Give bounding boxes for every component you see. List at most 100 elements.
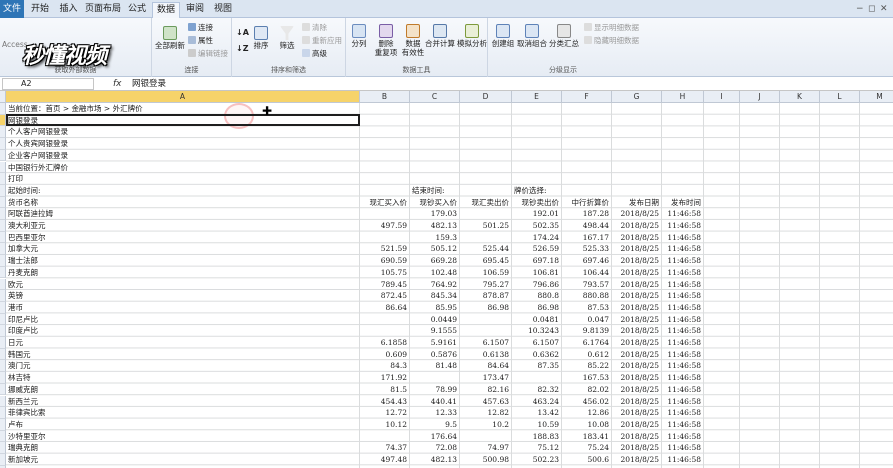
cell[interactable]: 502.23 [512,454,562,466]
cell[interactable]: 454.43 [360,396,410,408]
cell[interactable]: 525.33 [562,243,612,255]
cell[interactable]: 669.28 [410,255,460,267]
cell[interactable]: 个人客户网银登录 [8,126,68,138]
cell[interactable]: 2018/8/25 [612,243,662,255]
cell[interactable]: 0.6362 [512,349,562,361]
cell[interactable]: 173.47 [460,372,512,384]
cell[interactable]: 872.45 [360,290,410,302]
cell[interactable]: 106.44 [562,267,612,279]
cell[interactable]: 12.72 [360,407,410,419]
cell[interactable]: 11:46:58 [662,372,704,384]
cell[interactable]: 74.37 [360,442,410,454]
column-header-C[interactable]: C [410,91,460,103]
cell[interactable]: 105.75 [360,267,410,279]
column-header-H[interactable]: H [662,91,704,103]
column-header-K[interactable]: K [780,91,820,103]
cell[interactable]: 179.03 [410,208,460,220]
cell[interactable]: 497.59 [360,220,410,232]
cell[interactable]: 176.64 [410,431,460,443]
cell[interactable]: 英镑 [8,290,23,302]
cell[interactable]: 丹麦克朗 [8,267,38,279]
cell[interactable]: 加拿大元 [8,243,38,255]
cell[interactable]: 6.1507 [512,337,562,349]
cell[interactable]: 500.98 [460,454,512,466]
cell[interactable]: 港币 [8,302,23,314]
subtotal-button[interactable]: 分类汇总 [548,24,580,48]
cell[interactable]: 525.44 [460,243,512,255]
cell[interactable]: 82.16 [460,384,512,396]
cell[interactable]: 2018/8/25 [612,396,662,408]
cell[interactable]: 新加坡元 [8,454,38,466]
cell[interactable]: 86.64 [360,302,410,314]
cell[interactable]: 482.13 [410,454,460,466]
group-button[interactable]: 创建组 [490,24,516,48]
cell[interactable]: 起始时间: [8,185,41,197]
cell[interactable]: 11:46:58 [662,396,704,408]
cell[interactable]: 795.27 [460,279,512,291]
cell[interactable]: 13.42 [512,407,562,419]
cell[interactable]: 牌价选择: [514,185,547,197]
cell[interactable]: 85.22 [562,360,612,372]
column-header-E[interactable]: E [512,91,562,103]
cell[interactable]: 5.9161 [410,337,460,349]
cell[interactable]: 10.2 [460,419,512,431]
cell[interactable]: 11:46:58 [662,407,704,419]
cell[interactable]: 498.44 [562,220,612,232]
cell[interactable]: 印度卢比 [8,325,38,337]
cell[interactable]: 0.5876 [410,349,460,361]
cell[interactable]: 86.98 [460,302,512,314]
cell[interactable]: 501.25 [460,220,512,232]
cell[interactable]: 货币名称 [8,197,38,209]
cell[interactable]: 2018/8/25 [612,407,662,419]
cell[interactable]: 11:46:58 [662,314,704,326]
formula-input[interactable]: 网银登录 [132,77,166,91]
cell[interactable]: 打印 [8,173,23,185]
cell[interactable]: 2018/8/25 [612,442,662,454]
cell[interactable]: 2018/8/25 [612,208,662,220]
cell[interactable]: 12.82 [460,407,512,419]
cell[interactable]: 167.17 [562,232,612,244]
cell[interactable]: 502.35 [512,220,562,232]
cell[interactable]: 878.87 [460,290,512,302]
what-if-button[interactable]: 模拟分析 [456,24,488,48]
tab-6[interactable]: 审阅 [182,2,208,18]
cell[interactable]: 167.53 [562,372,612,384]
cell[interactable]: 0.6138 [460,349,512,361]
cell[interactable]: 巴西里亚尔 [8,232,46,244]
column-header-D[interactable]: D [460,91,512,103]
cell[interactable]: 瑞典克朗 [8,442,38,454]
cell[interactable]: 697.46 [562,255,612,267]
cell[interactable]: 521.59 [360,243,410,255]
tab-0[interactable]: 文件 [0,0,24,18]
hide-detail-button[interactable]: 隐藏明细数据 [584,35,639,46]
cell[interactable]: 75.24 [562,442,612,454]
tab-2[interactable]: 插入 [55,2,82,18]
column-header-G[interactable]: G [612,91,662,103]
cell[interactable]: 卢布 [8,419,23,431]
column-header-B[interactable]: B [360,91,410,103]
cell[interactable]: 发布时间 [662,197,704,209]
minimize-icon[interactable]: − [856,4,864,14]
cell[interactable]: 2018/8/25 [612,454,662,466]
consolidate-button[interactable]: 合并计算 [424,24,456,48]
cell[interactable]: 440.41 [410,396,460,408]
tab-3[interactable]: 页面布局 [84,2,122,18]
cell[interactable]: 2018/8/25 [612,419,662,431]
cell[interactable]: 0.612 [562,349,612,361]
cell[interactable]: 0.0481 [512,314,562,326]
cell[interactable]: 个人贵宾网银登录 [8,138,68,150]
column-header-M[interactable]: M [860,91,893,103]
cell[interactable]: 林吉特 [8,372,31,384]
cell[interactable]: 11:46:58 [662,302,704,314]
cell[interactable]: 845.34 [410,290,460,302]
cell[interactable]: 11:46:58 [662,290,704,302]
cell[interactable]: 880.8 [512,290,562,302]
cell[interactable]: 6.1507 [460,337,512,349]
cell[interactable]: 2018/8/25 [612,302,662,314]
cell[interactable]: 11:46:58 [662,220,704,232]
cell[interactable]: 欧元 [8,279,23,291]
cell[interactable]: 发布日期 [612,197,662,209]
cell[interactable]: 现汇买入价 [360,197,410,209]
column-header-F[interactable]: F [562,91,612,103]
cell[interactable]: 500.6 [562,454,612,466]
